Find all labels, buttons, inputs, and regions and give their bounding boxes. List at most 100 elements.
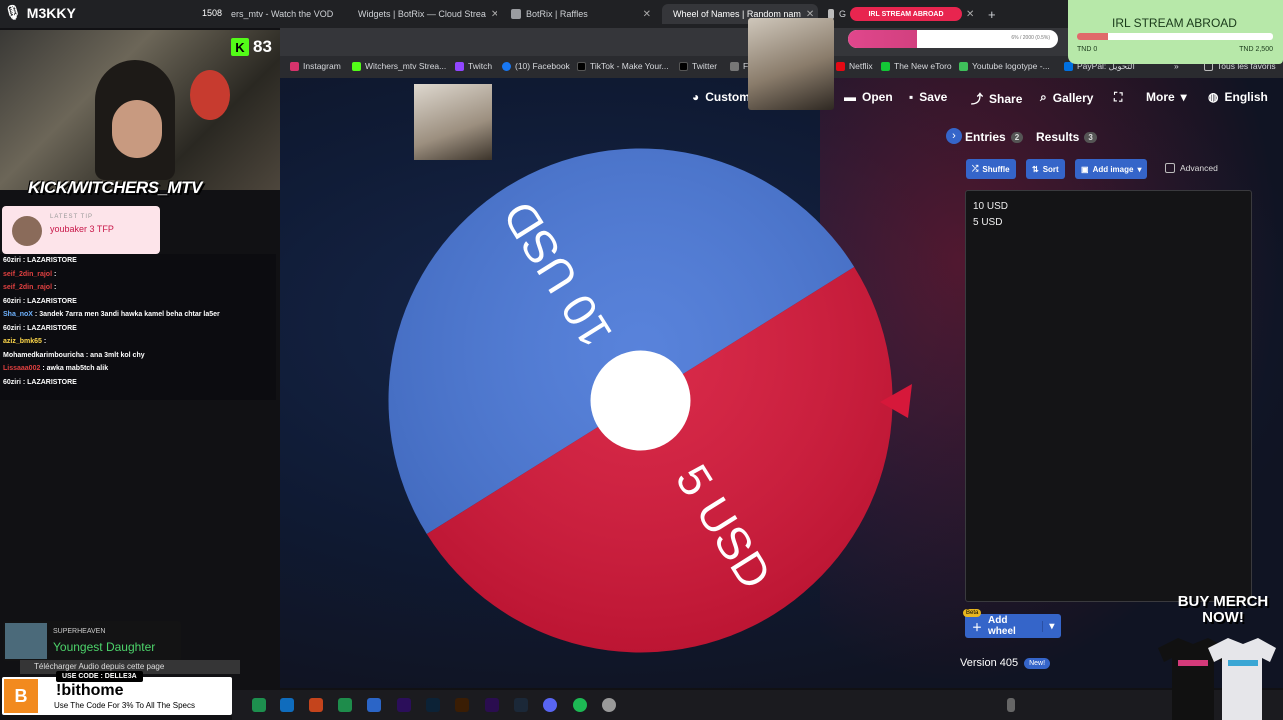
- discord-icon[interactable]: [543, 698, 557, 712]
- tab-irl-stream[interactable]: IRL STREAM ABROAD: [850, 7, 962, 21]
- promo-banner: B USE CODE : DELLE3A !bithome Use The Co…: [2, 671, 232, 715]
- facebook-icon: [502, 61, 511, 71]
- instagram-icon: [290, 61, 299, 71]
- add-image-button[interactable]: ▣ Add image ▾: [1075, 159, 1148, 179]
- wheel-center-button[interactable]: [590, 350, 691, 451]
- tab-vod[interactable]: ers_mtv - Watch the VOD✕: [225, 4, 337, 24]
- excel-icon[interactable]: [252, 698, 266, 712]
- advanced-checkbox[interactable]: Advanced: [1165, 163, 1218, 173]
- promo-text: Use The Code For 3% To All The Specs: [54, 701, 195, 710]
- kick-icon: [352, 61, 361, 71]
- chat-message: seif_2din_rajol :: [3, 271, 56, 278]
- bookmark-twitter[interactable]: Twitter: [679, 61, 717, 71]
- donation-goal-widget: IRL STREAM ABROAD TND 0 TND 2,500: [1068, 0, 1283, 64]
- version-label[interactable]: Version 405 New!: [960, 657, 1051, 669]
- bookmark-youtube-logo[interactable]: Youtube logotype -...: [959, 61, 1050, 71]
- bookmark-instagram[interactable]: Instagram: [290, 61, 341, 71]
- entry-line: 5 USD: [973, 217, 1003, 228]
- save-icon: ▪: [909, 90, 914, 104]
- bithome-logo-icon: B: [4, 679, 38, 713]
- viewer-count: K 83: [231, 37, 272, 57]
- chat-text: ana 3mlt kol chy: [90, 351, 145, 359]
- gallery-button[interactable]: ⌕ Gallery: [1040, 90, 1093, 105]
- bookmark-etoro[interactable]: The New eToro: [881, 61, 952, 71]
- more-menu-button[interactable]: More ▾: [1146, 90, 1187, 104]
- shuffle-button[interactable]: ⤮ Shuffle: [966, 159, 1016, 179]
- chat-username: seif_2din_rajol: [3, 284, 53, 291]
- goal-end: TND 2,500: [1239, 46, 1273, 53]
- x-icon: [679, 61, 688, 71]
- chat-text: awka mab5tch alik: [46, 365, 109, 372]
- share-button[interactable]: ⤴ Share: [971, 90, 1022, 107]
- bookmark-f[interactable]: F: [730, 61, 748, 71]
- caret-down-icon: ▾: [1137, 164, 1142, 174]
- etoro-icon: [881, 61, 890, 71]
- save-button[interactable]: ▪ Save: [909, 90, 947, 104]
- visio-icon[interactable]: [367, 698, 381, 712]
- app-icon[interactable]: [602, 698, 616, 712]
- chat-username: 60ziri: [3, 324, 21, 332]
- new-tab-icon[interactable]: +: [982, 4, 998, 24]
- wheel[interactable]: 10 USD 5 USD: [388, 148, 893, 653]
- goal-title: IRL STREAM ABROAD: [1112, 16, 1237, 30]
- tab-entries[interactable]: Entries 2: [965, 130, 1024, 144]
- guest-camera: [748, 18, 834, 110]
- chat-username: 60ziri: [3, 297, 21, 305]
- chat-message: aziz_bmk65 :: [3, 338, 46, 345]
- powerpoint-icon[interactable]: [309, 698, 323, 712]
- wheel-svg[interactable]: 10 USD 5 USD: [388, 148, 893, 653]
- language-button[interactable]: ◍ English: [1208, 90, 1268, 104]
- bookmark-witchers[interactable]: Witchers_mtv Strea...: [352, 61, 446, 71]
- after-effects-icon[interactable]: [397, 698, 411, 712]
- tray-chevron-icon[interactable]: [1007, 698, 1015, 712]
- bookmark-tiktok[interactable]: TikTok - Make Your...: [577, 61, 669, 71]
- chat-username: seif_2din_rajol: [3, 270, 53, 278]
- close-icon[interactable]: ✕: [491, 9, 497, 20]
- channel-name: 🎙 M3KKY: [4, 4, 76, 21]
- kick-icon: K: [231, 38, 249, 56]
- tab-results[interactable]: Results 3: [1036, 130, 1097, 144]
- project-icon[interactable]: [338, 698, 352, 712]
- botrix-icon: [511, 9, 521, 19]
- goal-start: TND 0: [1077, 46, 1098, 53]
- steam-icon[interactable]: [514, 698, 528, 712]
- stream-progress-fill: [848, 30, 918, 48]
- album-art: [5, 623, 47, 659]
- entries-count-badge: 2: [1010, 131, 1024, 143]
- spotify-icon[interactable]: [573, 698, 587, 712]
- photoshop-icon[interactable]: [426, 698, 440, 712]
- caret-down-icon: ▾: [1180, 90, 1187, 104]
- checkbox-icon[interactable]: [1165, 163, 1175, 173]
- palette-icon: ◕: [692, 90, 700, 104]
- close-icon[interactable]: ✕: [960, 4, 976, 24]
- streamer-face: [112, 100, 162, 158]
- add-wheel-button[interactable]: ＋ Add wheel ▾: [965, 614, 1061, 638]
- sort-button[interactable]: ⇅ Sort: [1026, 159, 1065, 179]
- merch-shirts-icon: [1158, 638, 1276, 720]
- promo-code: USE CODE : DELLE3A: [56, 671, 143, 682]
- illustrator-icon[interactable]: [455, 698, 469, 712]
- chat-username: 60ziri: [3, 257, 21, 264]
- youtube-logo-icon: [959, 61, 968, 71]
- premiere-icon[interactable]: [485, 698, 499, 712]
- chat-message: Mohamedkarimbouricha : ana 3mlt kol chy: [3, 352, 145, 359]
- avatar: [12, 216, 42, 246]
- bookmark-netflix[interactable]: Netflix: [836, 61, 873, 71]
- stream-progress-bar: 6% / 2000 (0.5%): [848, 30, 1058, 48]
- outlook-icon[interactable]: [280, 698, 294, 712]
- streamer-thumbnail: [414, 84, 492, 160]
- collapse-panel-icon[interactable]: ›: [946, 128, 962, 144]
- tab-widgets[interactable]: Widgets | BotRix — Cloud Strea ✕: [347, 4, 497, 24]
- fullscreen-button[interactable]: ⛶: [1114, 90, 1122, 105]
- shuffle-icon: ⤮: [972, 164, 979, 173]
- chat-message: 60ziri : LAZARISTORE: [3, 298, 77, 305]
- tab-raffles[interactable]: BotRix | Raffles ✕: [505, 4, 657, 24]
- open-button[interactable]: ▬ Open: [844, 90, 893, 104]
- bookmark-twitch[interactable]: Twitch: [455, 61, 492, 71]
- entries-textarea[interactable]: 10 USD 5 USD: [965, 190, 1252, 602]
- customize-button[interactable]: ◕ Customi: [692, 90, 753, 104]
- chat-username: Sha_noX: [3, 311, 33, 318]
- caret-down-icon[interactable]: ▾: [1041, 620, 1061, 632]
- close-icon[interactable]: ✕: [643, 9, 651, 20]
- bookmark-facebook[interactable]: (10) Facebook: [502, 61, 570, 71]
